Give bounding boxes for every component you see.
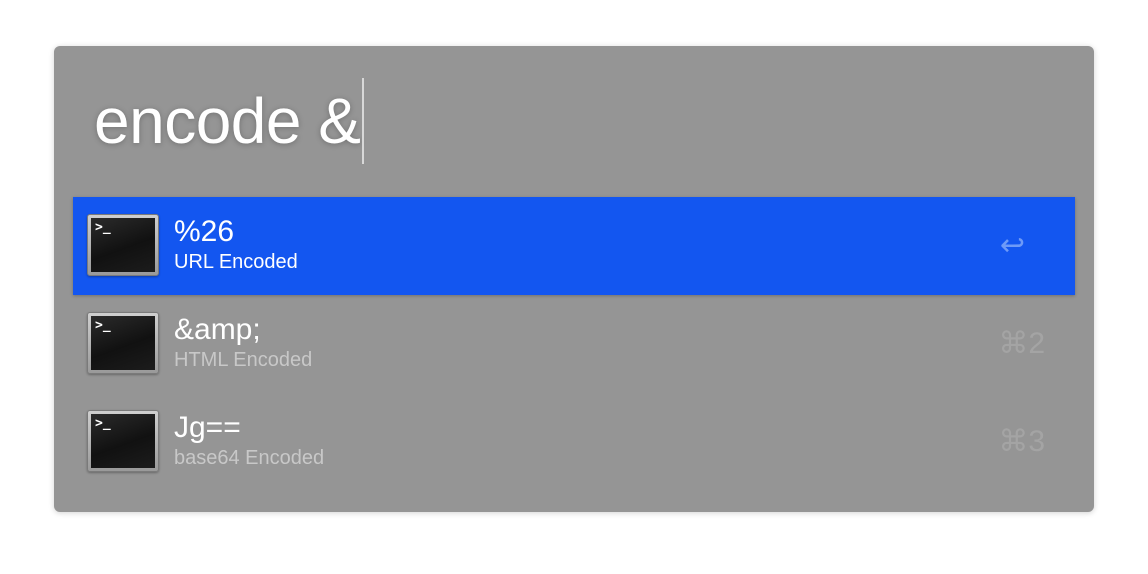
text-caret — [362, 78, 365, 164]
search-field[interactable]: encode & — [94, 78, 365, 164]
result-row-url-encoded[interactable]: >_ %26 URL Encoded ↩ — [73, 197, 1075, 295]
terminal-icon: >_ — [87, 312, 159, 374]
launcher-window: encode & >_ %26 URL Encoded ↩ >_ &amp; H… — [54, 46, 1094, 512]
result-title: Jg== — [174, 411, 241, 444]
result-row-html-encoded[interactable]: >_ &amp; HTML Encoded ⌘2 — [73, 295, 1075, 393]
result-subtitle: base64 Encoded — [174, 447, 325, 469]
terminal-icon: >_ — [87, 410, 159, 472]
result-subtitle: URL Encoded — [174, 251, 298, 273]
shortcut-hint: ⌘3 — [998, 425, 1045, 458]
result-row-base64-encoded[interactable]: >_ Jg== base64 Encoded ⌘3 — [73, 393, 1075, 491]
terminal-prompt-glyph: >_ — [95, 416, 111, 431]
result-title: &amp; — [174, 313, 261, 346]
result-subtitle: HTML Encoded — [174, 349, 313, 371]
terminal-prompt-glyph: >_ — [95, 220, 111, 235]
search-query-text[interactable]: encode & — [94, 89, 361, 153]
return-key-icon: ↩ — [999, 229, 1025, 262]
terminal-icon: >_ — [87, 214, 159, 276]
result-title: %26 — [174, 215, 235, 248]
shortcut-hint: ⌘2 — [998, 327, 1045, 360]
results-list: >_ %26 URL Encoded ↩ >_ &amp; HTML Encod… — [73, 197, 1075, 491]
terminal-prompt-glyph: >_ — [95, 318, 111, 333]
